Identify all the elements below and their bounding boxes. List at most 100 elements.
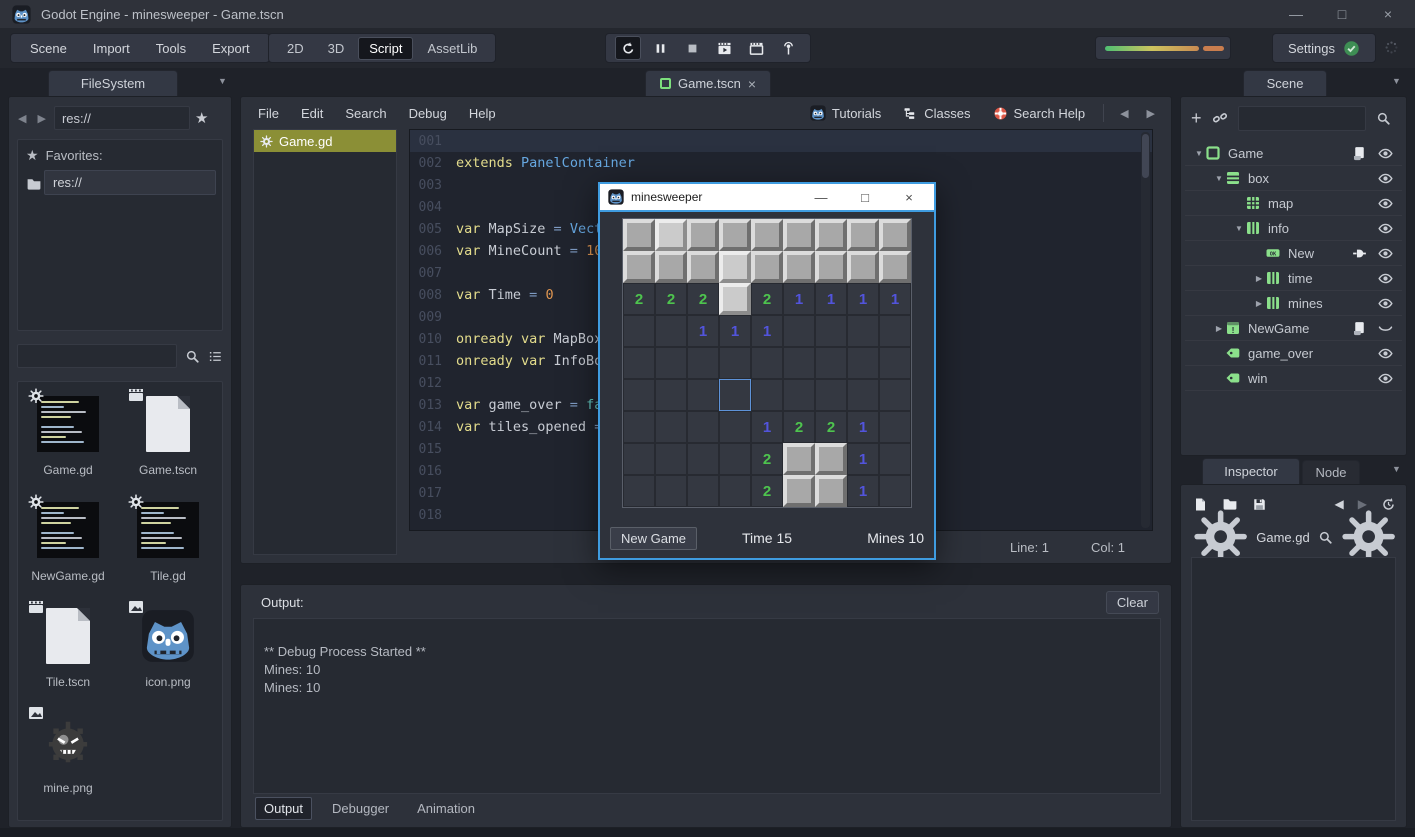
minesweeper-cell[interactable]: 2	[815, 411, 847, 443]
minesweeper-cell[interactable]: 1	[687, 315, 719, 347]
code-scrollbar[interactable]	[1141, 132, 1150, 528]
eye-icon[interactable]	[1377, 170, 1394, 187]
minesweeper-cell[interactable]	[815, 315, 847, 347]
minesweeper-cell[interactable]	[655, 411, 687, 443]
minesweeper-cell[interactable]	[815, 443, 847, 475]
minesweeper-cell[interactable]	[751, 219, 783, 251]
minimize-button[interactable]: —	[1273, 6, 1319, 22]
play-custom-scene-button[interactable]	[743, 36, 769, 60]
signal-icon[interactable]	[1351, 245, 1368, 262]
workspace-tab-2d[interactable]: 2D	[277, 38, 314, 59]
add-node-button[interactable]: +	[1191, 110, 1202, 126]
list-view-icon[interactable]	[208, 349, 223, 364]
open-script-item[interactable]: Game.gd	[254, 130, 396, 152]
minesweeper-cell[interactable]	[719, 411, 751, 443]
scene-tree-node-time[interactable]: ▶time	[1185, 266, 1402, 291]
minesweeper-cell[interactable]	[783, 379, 815, 411]
minesweeper-cell[interactable]	[623, 347, 655, 379]
eye-icon[interactable]	[1377, 370, 1394, 387]
script-menu-debug[interactable]: Debug	[398, 106, 458, 121]
scene-tree-node-Game[interactable]: ▼Game	[1185, 141, 1402, 166]
minesweeper-cell[interactable]	[879, 315, 911, 347]
tree-expand-icon[interactable]: ▼	[1233, 224, 1245, 233]
minesweeper-cell[interactable]: 2	[687, 283, 719, 315]
minesweeper-cell[interactable]	[719, 379, 751, 411]
file-item[interactable]: icon.png	[118, 600, 218, 706]
minesweeper-cell[interactable]	[751, 347, 783, 379]
minesweeper-cell[interactable]	[783, 315, 815, 347]
file-item[interactable]: Game.tscn	[118, 388, 218, 494]
minesweeper-cell[interactable]	[623, 379, 655, 411]
script-menu-search[interactable]: Search	[334, 106, 397, 121]
minesweeper-cell[interactable]	[687, 347, 719, 379]
minesweeper-cell[interactable]	[815, 475, 847, 507]
minesweeper-cell[interactable]	[687, 219, 719, 251]
minesweeper-cell[interactable]	[879, 411, 911, 443]
minesweeper-cell[interactable]	[623, 475, 655, 507]
scene-tree-node-map[interactable]: map	[1185, 191, 1402, 216]
minesweeper-cell[interactable]: 1	[847, 443, 879, 475]
minesweeper-cell[interactable]: 1	[847, 283, 879, 315]
node-tab[interactable]: Node	[1302, 460, 1360, 484]
bottom-tab-debugger[interactable]: Debugger	[324, 798, 397, 819]
code-line[interactable]: 002extends PanelContainer	[410, 152, 1152, 174]
eye-icon[interactable]	[1377, 345, 1394, 362]
scene-tree-node-info[interactable]: ▼info	[1185, 216, 1402, 241]
play-scene-button[interactable]	[711, 36, 737, 60]
eye-icon[interactable]	[1377, 145, 1394, 162]
minesweeper-cell[interactable]: 1	[751, 411, 783, 443]
minesweeper-cell[interactable]: 1	[719, 315, 751, 347]
minesweeper-cell[interactable]: 1	[783, 283, 815, 315]
minesweeper-cell[interactable]	[623, 251, 655, 283]
minesweeper-cell[interactable]	[815, 379, 847, 411]
ms-maximize-button[interactable]: □	[848, 190, 882, 205]
scene-dock-tab[interactable]: Scene	[1243, 70, 1327, 96]
minesweeper-cell[interactable]	[783, 251, 815, 283]
instance-scene-button[interactable]	[1212, 110, 1228, 126]
menu-scene[interactable]: Scene	[17, 41, 80, 56]
fs-path-input[interactable]	[54, 106, 190, 130]
tree-expand-icon[interactable]: ▶	[1253, 274, 1265, 283]
minesweeper-cell[interactable]	[879, 379, 911, 411]
minesweeper-cell[interactable]	[655, 475, 687, 507]
file-item[interactable]: Tile.tscn	[18, 600, 118, 706]
minesweeper-cell[interactable]	[879, 347, 911, 379]
script-forward-button[interactable]: ▶	[1141, 107, 1161, 120]
minesweeper-cell[interactable]: 1	[751, 315, 783, 347]
minesweeper-cell[interactable]: 1	[847, 411, 879, 443]
scene-tree-node-New[interactable]: OKNew	[1185, 241, 1402, 266]
tab-close-icon[interactable]: ×	[748, 76, 756, 92]
minesweeper-cell[interactable]	[623, 315, 655, 347]
script-menu-help[interactable]: Help	[458, 106, 507, 121]
search-icon[interactable]	[185, 349, 200, 364]
minesweeper-cell[interactable]: 2	[783, 411, 815, 443]
minesweeper-cell[interactable]	[655, 347, 687, 379]
minesweeper-cell[interactable]	[751, 251, 783, 283]
minesweeper-cell[interactable]: 2	[751, 475, 783, 507]
fs-back-button[interactable]: ◀	[15, 112, 29, 125]
minesweeper-cell[interactable]	[687, 379, 719, 411]
minesweeper-cell[interactable]	[783, 219, 815, 251]
tree-expand-icon[interactable]: ▶	[1213, 324, 1225, 333]
minesweeper-cell[interactable]	[623, 411, 655, 443]
eye-icon[interactable]	[1377, 295, 1394, 312]
minesweeper-cell[interactable]	[719, 443, 751, 475]
eye-icon[interactable]	[1377, 245, 1394, 262]
minesweeper-cell[interactable]	[879, 219, 911, 251]
minesweeper-cell[interactable]	[687, 475, 719, 507]
minesweeper-cell[interactable]	[623, 443, 655, 475]
script-menu-file[interactable]: File	[247, 106, 290, 121]
minesweeper-cell[interactable]	[783, 347, 815, 379]
code-line[interactable]: 001	[410, 130, 1152, 152]
file-item[interactable]: Game.gd	[18, 388, 118, 494]
workspace-tab-3d[interactable]: 3D	[318, 38, 355, 59]
minesweeper-cell[interactable]	[655, 379, 687, 411]
script-menu-edit[interactable]: Edit	[290, 106, 334, 121]
scene-filter-input[interactable]	[1238, 106, 1366, 131]
close-button[interactable]: ×	[1365, 6, 1411, 22]
minesweeper-cell[interactable]	[719, 347, 751, 379]
minesweeper-cell[interactable]	[879, 475, 911, 507]
scene-tree-node-mines[interactable]: ▶mines	[1185, 291, 1402, 316]
save-resource-icon[interactable]	[1252, 497, 1267, 512]
script-icon[interactable]	[1351, 320, 1368, 337]
